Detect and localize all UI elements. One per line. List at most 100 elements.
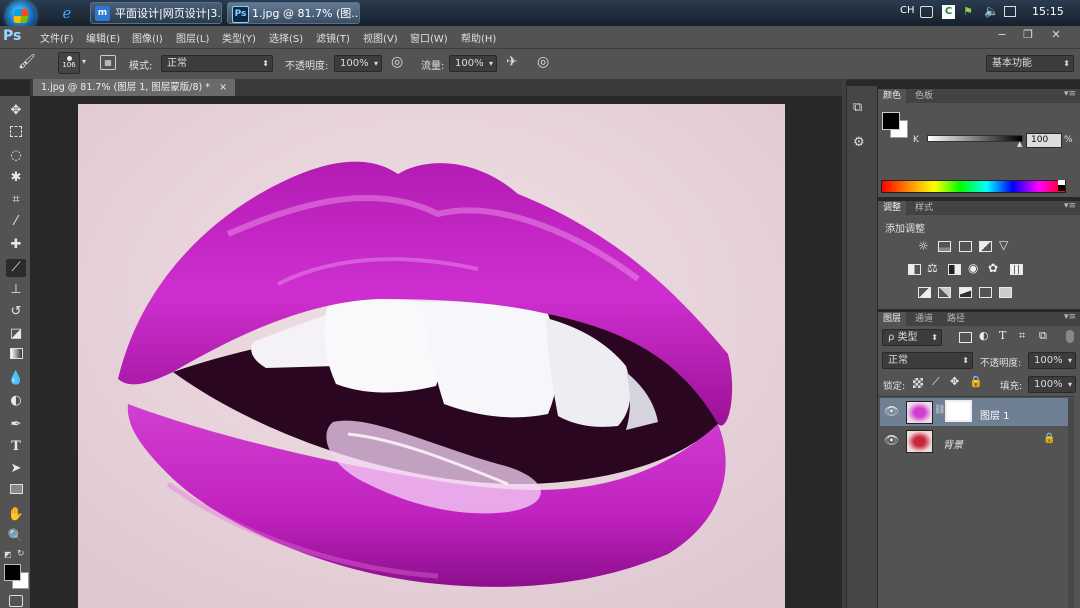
color-lookup-icon[interactable]: [1010, 264, 1023, 275]
layer-opacity-input[interactable]: 100% ▾: [1028, 352, 1076, 369]
menu-filter[interactable]: 滤镜(T): [316, 30, 350, 45]
network-icon[interactable]: [1004, 6, 1016, 17]
link-icon[interactable]: ⛓: [934, 405, 945, 415]
menu-type[interactable]: 类型(Y): [222, 30, 256, 45]
blend-mode-select[interactable]: 正常 ⬍: [882, 352, 973, 369]
ramp-black-chip[interactable]: [1058, 185, 1065, 191]
type-icon[interactable]: T: [6, 438, 26, 456]
panel-menu-icon[interactable]: ▾≡: [1064, 201, 1076, 211]
filter-toggle[interactable]: [1066, 330, 1074, 343]
layer-1-thumbnail[interactable]: [906, 401, 933, 424]
k-value-input[interactable]: 100: [1026, 133, 1062, 148]
layers-scrollbar[interactable]: [1068, 398, 1074, 608]
history-panel-icon[interactable]: ⧉: [853, 100, 862, 115]
path-select-icon[interactable]: ➤: [6, 460, 26, 478]
pressure-size-icon[interactable]: ◎: [537, 54, 549, 70]
document-image[interactable]: [78, 104, 785, 608]
panel-menu-icon[interactable]: ▾≡: [1064, 312, 1076, 322]
tab-swatches[interactable]: 色板: [910, 89, 938, 103]
lock-all-icon[interactable]: 🔒: [969, 375, 983, 388]
marquee-icon[interactable]: [6, 125, 26, 143]
ie-icon[interactable]: ℯ: [57, 3, 77, 23]
tab-adjustments[interactable]: 调整: [878, 201, 907, 215]
keyboard-icon[interactable]: [920, 6, 933, 18]
history-brush-icon[interactable]: ↺: [6, 303, 26, 321]
foreground-color-swatch[interactable]: [4, 564, 21, 581]
invert-icon[interactable]: [918, 287, 931, 298]
gradient-icon[interactable]: [6, 347, 26, 365]
menu-help[interactable]: 帮助(H): [461, 30, 496, 45]
tab-paths[interactable]: 路径: [942, 312, 970, 326]
lock-position-icon[interactable]: ✥: [950, 375, 959, 388]
menu-layer[interactable]: 图层(L): [176, 30, 209, 45]
channel-mixer-icon[interactable]: ✿: [988, 261, 998, 275]
pressure-opacity-icon[interactable]: ◎: [391, 54, 403, 70]
chevron-down-icon[interactable]: ▾: [82, 57, 86, 66]
hue-saturation-icon[interactable]: [908, 264, 921, 275]
tab-layers[interactable]: 图层: [878, 312, 907, 326]
lock-transparency-icon[interactable]: [913, 378, 923, 388]
healing-icon[interactable]: ✚: [6, 236, 26, 254]
selective-color-icon[interactable]: [999, 287, 1012, 298]
default-colors-icon[interactable]: ◩: [4, 550, 12, 559]
k-slider[interactable]: [927, 135, 1023, 142]
layer-name[interactable]: 图层 1: [980, 407, 1010, 422]
shape-icon[interactable]: [6, 482, 26, 500]
slider-handle-icon[interactable]: ▲: [1017, 140, 1022, 148]
brush-preset-picker[interactable]: 106: [58, 52, 80, 74]
close-button[interactable]: ✕: [1044, 27, 1068, 43]
layer-name[interactable]: 背景: [943, 436, 963, 451]
hand-icon[interactable]: ✋: [6, 506, 26, 524]
color-foreground-swatch[interactable]: [882, 112, 900, 130]
layer-filter-select[interactable]: ρ 类型 ⬍: [882, 329, 942, 346]
lasso-icon[interactable]: ◌: [6, 147, 26, 165]
filter-shape-icon[interactable]: ⌗: [1019, 329, 1025, 343]
gradient-map-icon[interactable]: [979, 287, 992, 298]
restore-button[interactable]: ❐: [1016, 27, 1040, 43]
crop-icon[interactable]: ⌗: [6, 191, 26, 209]
panel-menu-icon[interactable]: ▾≡: [1064, 89, 1076, 99]
menu-image[interactable]: 图像(I): [132, 30, 163, 45]
levels-icon[interactable]: [938, 241, 951, 252]
properties-panel-icon[interactable]: ⚙: [853, 135, 865, 150]
exposure-icon[interactable]: [979, 241, 992, 252]
move-icon[interactable]: ✥: [6, 102, 26, 120]
fill-input[interactable]: 100% ▾: [1028, 376, 1076, 393]
opacity-input[interactable]: 100% ▾: [334, 55, 382, 72]
blur-icon[interactable]: 💧: [6, 370, 26, 388]
eraser-icon[interactable]: ◪: [6, 325, 26, 343]
clock[interactable]: 15:15: [1032, 5, 1064, 18]
workspace-select[interactable]: 基本功能 ⬍: [986, 55, 1074, 72]
threshold-icon[interactable]: [959, 287, 972, 298]
filter-type-icon[interactable]: T: [999, 329, 1006, 342]
menu-select[interactable]: 选择(S): [269, 30, 303, 45]
color-balance-icon[interactable]: ⚖: [927, 261, 938, 275]
black-white-icon[interactable]: [948, 264, 961, 275]
document-tab[interactable]: 1.jpg @ 81.7% (图层 1, 图层蒙版/8) * ×: [33, 79, 236, 96]
brush-panel-toggle-icon[interactable]: ▦: [100, 55, 116, 70]
filter-adjustment-icon[interactable]: ◐: [979, 329, 989, 342]
visibility-eye-icon[interactable]: 👁: [884, 404, 899, 418]
app-tray-icon[interactable]: C: [942, 5, 955, 19]
background-thumbnail[interactable]: [906, 430, 933, 453]
filter-pixel-icon[interactable]: [959, 332, 972, 343]
menu-window[interactable]: 窗口(W): [410, 30, 448, 45]
mode-select[interactable]: 正常 ⬍: [161, 55, 273, 72]
quick-mask-icon[interactable]: [9, 595, 23, 607]
eyedropper-icon[interactable]: ⁄: [6, 213, 26, 231]
flow-input[interactable]: 100% ▾: [449, 55, 497, 72]
security-icon[interactable]: ⚑: [963, 5, 977, 19]
taskbar-item-photoshop[interactable]: Ps 1.jpg @ 81.7% (图...: [227, 2, 360, 24]
menu-edit[interactable]: 编辑(E): [86, 30, 120, 45]
magic-wand-icon[interactable]: ✱: [6, 169, 26, 187]
brush-icon[interactable]: ⟋: [6, 259, 26, 277]
taskbar-item-browser[interactable]: m 平面设计|网页设计|3...: [90, 2, 222, 24]
filter-smart-object-icon[interactable]: ⧉: [1039, 329, 1047, 343]
volume-icon[interactable]: 🔈: [984, 4, 999, 18]
curves-icon[interactable]: [959, 241, 972, 252]
brush-tool-preset-icon[interactable]: 🖌: [18, 54, 36, 70]
menu-file[interactable]: 文件(F): [40, 30, 74, 45]
swap-colors-icon[interactable]: ↻: [17, 549, 25, 559]
pen-icon[interactable]: ✒: [6, 416, 26, 434]
tab-styles[interactable]: 样式: [910, 201, 938, 215]
